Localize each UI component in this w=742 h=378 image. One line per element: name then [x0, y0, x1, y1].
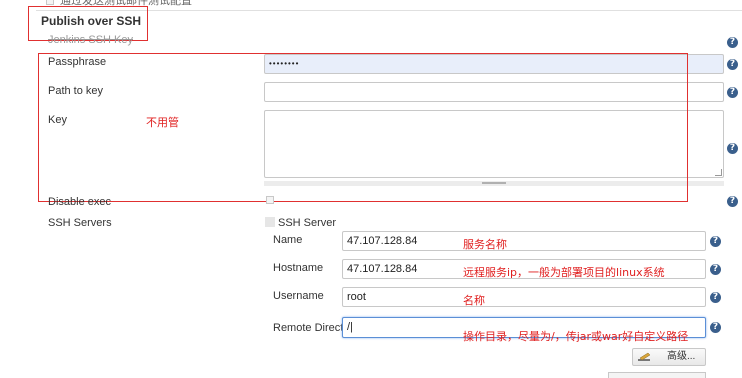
path-to-key-input[interactable]	[264, 82, 724, 102]
section-divider	[36, 10, 742, 11]
help-icon-key[interactable]: ?	[727, 143, 738, 154]
help-icon-jenkins-key[interactable]: ?	[727, 37, 738, 48]
annotation-name: 服务名称	[463, 238, 507, 251]
ssh-server-header: SSH Server	[278, 217, 337, 229]
advanced-button[interactable]: 高级...	[632, 348, 706, 366]
help-icon-remote-directory[interactable]: ?	[710, 322, 721, 333]
scroll-thumb[interactable]	[482, 182, 506, 184]
username-label: Username	[273, 290, 324, 302]
disable-exec-label: Disable exec	[48, 196, 111, 208]
top-cut-text: 通过发送测试邮件测试配置	[60, 0, 192, 7]
ssh-server-grip[interactable]	[265, 217, 275, 227]
key-label: Key	[48, 114, 67, 126]
top-checkbox[interactable]	[46, 0, 54, 5]
annotation-username: 名称	[463, 294, 485, 307]
passphrase-label: Passphrase	[48, 56, 107, 68]
help-icon-disable-exec[interactable]: ?	[727, 196, 738, 207]
next-button-edge[interactable]	[608, 372, 706, 378]
annotation-remote-directory: 操作目录，尽量为/，传jar或war好自定义路径	[463, 330, 689, 343]
name-input[interactable]: 47.107.128.84	[342, 231, 706, 251]
annotation-key: 不用管	[146, 116, 179, 129]
help-icon-hostname[interactable]: ?	[710, 264, 721, 275]
path-to-key-label: Path to key	[48, 85, 104, 97]
name-label: Name	[273, 234, 303, 246]
passphrase-input[interactable]: ••••••••	[264, 54, 724, 74]
help-icon-name[interactable]: ?	[710, 236, 721, 247]
help-icon-path-to-key[interactable]: ?	[727, 87, 738, 98]
jenkins-ssh-key-label: Jenkins SSH Key	[48, 34, 133, 46]
advanced-button-label: 高级...	[667, 351, 696, 362]
key-textarea[interactable]	[264, 110, 724, 178]
textarea-resize-handle[interactable]	[715, 169, 722, 176]
hostname-label: Hostname	[273, 262, 324, 274]
annotation-hostname: 远程服务ip，一般为部署项目的linux系统	[463, 266, 665, 279]
ssh-servers-label: SSH Servers	[48, 217, 112, 229]
section-title: Publish over SSH	[41, 14, 142, 28]
disable-exec-checkbox[interactable]	[266, 196, 274, 204]
help-icon-passphrase[interactable]: ?	[727, 59, 738, 70]
username-input[interactable]: root	[342, 287, 706, 307]
help-icon-username[interactable]: ?	[710, 292, 721, 303]
edit-icon	[638, 352, 652, 362]
